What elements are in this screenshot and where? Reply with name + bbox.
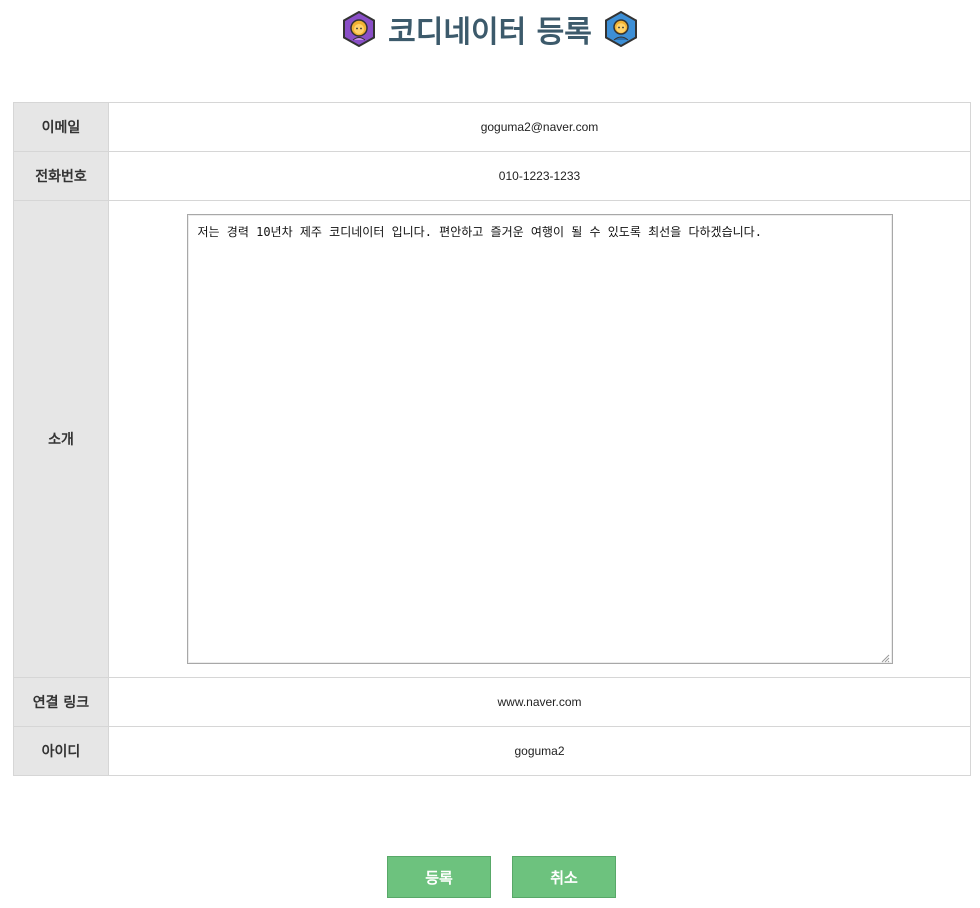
coordinator-form-table: 이메일 goguma2@naver.com 전화번호 010-1223-1233… — [13, 102, 971, 776]
woman-hexagon-icon — [342, 11, 376, 47]
intro-row: 소개 저는 경력 10년차 제주 코디네이터 입니다. 편안하고 즐거운 여행이… — [13, 200, 971, 678]
register-button[interactable]: 등록 — [387, 856, 491, 898]
user-id-row: 아이디 goguma2 — [13, 726, 971, 776]
link-label: 연결 링크 — [13, 677, 109, 727]
intro-text: 저는 경력 10년차 제주 코디네이터 입니다. 편안하고 즐거운 여행이 될 … — [197, 225, 762, 239]
email-row: 이메일 goguma2@naver.com — [13, 102, 971, 152]
page-title: 코디네이터 등록 — [388, 15, 592, 50]
link-value: www.naver.com — [108, 677, 971, 727]
intro-cell: 저는 경력 10년차 제주 코디네이터 입니다. 편안하고 즐거운 여행이 될 … — [108, 200, 971, 678]
resize-grip-icon[interactable] — [881, 652, 890, 663]
phone-row: 전화번호 010-1223-1233 — [13, 151, 971, 201]
intro-textarea[interactable]: 저는 경력 10년차 제주 코디네이터 입니다. 편안하고 즐거운 여행이 될 … — [186, 214, 893, 664]
link-row: 연결 링크 www.naver.com — [13, 677, 971, 727]
phone-label: 전화번호 — [13, 151, 109, 201]
phone-value: 010-1223-1233 — [108, 151, 971, 201]
email-label: 이메일 — [13, 102, 109, 152]
user-id-label: 아이디 — [13, 726, 109, 776]
cancel-button[interactable]: 취소 — [512, 856, 616, 898]
email-value: goguma2@naver.com — [108, 102, 971, 152]
user-id-value: goguma2 — [108, 726, 971, 776]
page-header: 코디네이터 등록 — [0, 8, 980, 50]
intro-label: 소개 — [13, 200, 109, 678]
man-hexagon-icon — [604, 11, 638, 47]
